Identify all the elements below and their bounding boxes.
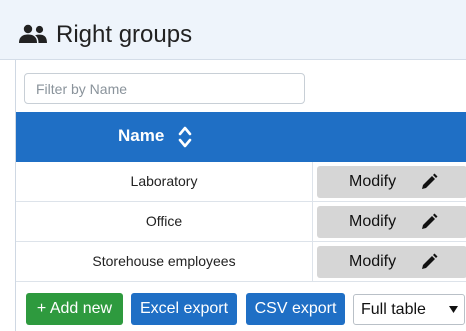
chevron-down-icon	[449, 306, 458, 313]
modify-button-label: Modify	[349, 253, 397, 270]
table-toolbar: + Add new Excel export CSV export Full t…	[16, 292, 466, 331]
modify-button[interactable]: Modify	[317, 246, 466, 278]
add-new-button[interactable]: + Add new	[26, 293, 123, 325]
table-row: Storehouse employees Modify	[16, 242, 466, 282]
table-container: Name Laboratory Modify Office Modify	[15, 60, 466, 331]
group-name-cell: Laboratory	[16, 162, 313, 201]
modify-button-label: Modify	[349, 173, 397, 190]
group-name-cell: Office	[16, 202, 313, 241]
table-row: Laboratory Modify	[16, 162, 466, 202]
view-mode-selected: Full table	[361, 301, 426, 318]
group-name-cell: Storehouse employees	[16, 242, 313, 281]
column-header-name[interactable]: Name	[16, 112, 313, 162]
pencil-icon	[422, 173, 438, 189]
panel-header: Right groups	[0, 0, 466, 60]
filter-by-name-input[interactable]	[24, 73, 305, 104]
pencil-icon	[422, 213, 438, 229]
modify-button[interactable]: Modify	[317, 206, 466, 238]
filter-row	[16, 60, 466, 112]
table-row: Office Modify	[16, 202, 466, 242]
right-groups-panel: Right groups Name Laboratory Modify	[0, 0, 466, 331]
column-header-label: Name	[118, 126, 165, 145]
page-title: Right groups	[56, 21, 193, 48]
users-icon	[19, 24, 47, 43]
table-header: Name	[16, 112, 466, 162]
sort-icon[interactable]	[178, 124, 192, 150]
excel-export-button[interactable]: Excel export	[131, 293, 237, 325]
modify-button[interactable]: Modify	[317, 166, 466, 198]
pencil-icon	[422, 253, 438, 269]
csv-export-button[interactable]: CSV export	[246, 293, 345, 325]
view-mode-select[interactable]: Full table	[353, 294, 465, 325]
modify-button-label: Modify	[349, 213, 397, 230]
